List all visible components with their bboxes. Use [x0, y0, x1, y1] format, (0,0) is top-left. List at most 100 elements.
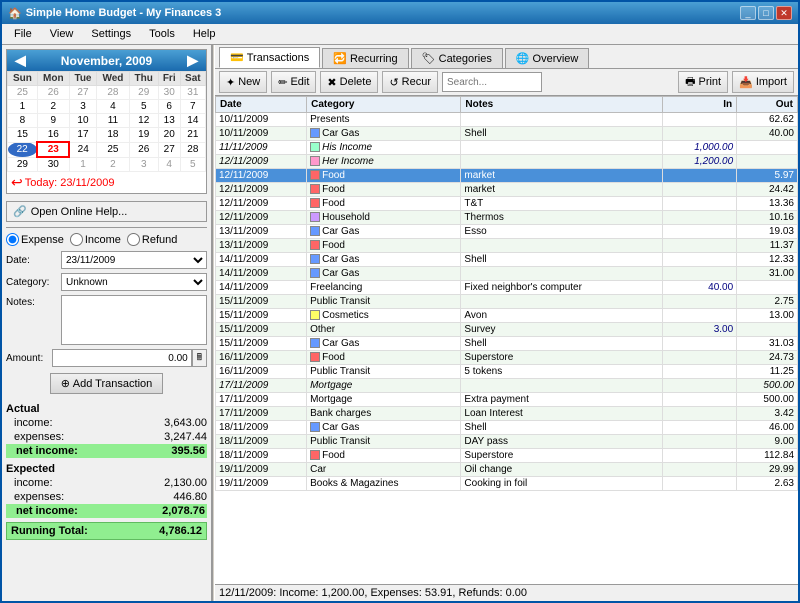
calendar-day[interactable]: 25 — [97, 142, 130, 157]
calendar-day[interactable]: 7 — [180, 100, 205, 114]
recur-button[interactable]: ↺ Recur — [382, 71, 438, 93]
calendar-day[interactable]: 16 — [37, 128, 69, 143]
tab-recurring[interactable]: 🔁 Recurring — [322, 48, 408, 68]
menu-view[interactable]: View — [42, 26, 82, 42]
table-row[interactable]: 18/11/2009Car GasShell46.00 — [216, 421, 798, 435]
calendar-day[interactable]: 27 — [69, 86, 96, 100]
table-row[interactable]: 15/11/2009OtherSurvey3.00 — [216, 323, 798, 337]
table-row[interactable]: 12/11/2009Foodmarket5.97 — [216, 169, 798, 183]
type-expense-radio[interactable] — [6, 233, 19, 246]
calendar-next-button[interactable]: ▶ — [183, 52, 202, 69]
calendar-day[interactable]: 12 — [129, 114, 158, 128]
notes-input[interactable] — [61, 295, 207, 345]
calendar-day[interactable]: 4 — [97, 100, 130, 114]
calendar-day[interactable]: 24 — [69, 142, 96, 157]
print-button[interactable]: 🖶 Print — [678, 71, 728, 93]
table-row[interactable]: 13/11/2009Car GasEsso19.03 — [216, 225, 798, 239]
amount-input[interactable]: 0.00 — [52, 349, 192, 367]
calendar-prev-button[interactable]: ◀ — [11, 52, 30, 69]
calendar-day[interactable]: 18 — [97, 128, 130, 143]
table-row[interactable]: 12/11/2009FoodT&T13.36 — [216, 197, 798, 211]
maximize-button[interactable]: □ — [758, 6, 774, 20]
calendar-day[interactable]: 8 — [8, 114, 38, 128]
type-refund-label[interactable]: Refund — [127, 233, 177, 246]
transactions-table-container[interactable]: Date Category Notes In Out 10/11/2009Pre… — [215, 96, 798, 584]
type-refund-radio[interactable] — [127, 233, 140, 246]
calendar-day[interactable]: 13 — [158, 114, 180, 128]
calendar-day[interactable]: 6 — [158, 100, 180, 114]
edit-button[interactable]: ✏ Edit — [271, 71, 316, 93]
amount-calc-button[interactable]: 🖩 — [192, 349, 207, 367]
date-input[interactable]: 23/11/2009 — [61, 251, 207, 269]
calendar-day[interactable]: 29 — [129, 86, 158, 100]
table-row[interactable]: 12/11/2009Her Income1,200.00 — [216, 155, 798, 169]
calendar-day[interactable]: 19 — [129, 128, 158, 143]
tab-categories[interactable]: 🏷 Categories — [411, 48, 503, 68]
minimize-button[interactable]: _ — [740, 6, 756, 20]
table-row[interactable]: 19/11/2009Books & MagazinesCooking in fo… — [216, 477, 798, 491]
table-row[interactable]: 18/11/2009FoodSuperstore112.84 — [216, 449, 798, 463]
delete-button[interactable]: ✖ Delete — [320, 71, 378, 93]
category-select[interactable]: Unknown — [61, 273, 207, 291]
calendar-day[interactable]: 17 — [69, 128, 96, 143]
calendar-day[interactable]: 26 — [129, 142, 158, 157]
calendar-day[interactable]: 30 — [37, 157, 69, 172]
calendar-day[interactable]: 28 — [97, 86, 130, 100]
calendar-day[interactable]: 11 — [97, 114, 130, 128]
tab-overview[interactable]: 🌐 Overview — [505, 48, 590, 68]
table-row[interactable]: 14/11/2009Car GasShell12.33 — [216, 253, 798, 267]
table-row[interactable]: 10/11/2009Presents62.62 — [216, 113, 798, 127]
table-row[interactable]: 12/11/2009HouseholdThermos10.16 — [216, 211, 798, 225]
calendar-day[interactable]: 3 — [69, 100, 96, 114]
table-row[interactable]: 11/11/2009His Income1,000.00 — [216, 141, 798, 155]
menu-help[interactable]: Help — [185, 26, 224, 42]
calendar-day[interactable]: 9 — [37, 114, 69, 128]
calendar-day[interactable]: 22 — [8, 142, 38, 157]
calendar-day[interactable]: 31 — [180, 86, 205, 100]
close-button[interactable]: ✕ — [776, 6, 792, 20]
calendar-day[interactable]: 29 — [8, 157, 38, 172]
calendar-day[interactable]: 14 — [180, 114, 205, 128]
table-row[interactable]: 16/11/2009Public Transit5 tokens11.25 — [216, 365, 798, 379]
table-row[interactable]: 15/11/2009CosmeticsAvon13.00 — [216, 309, 798, 323]
calendar-day[interactable]: 26 — [37, 86, 69, 100]
table-row[interactable]: 16/11/2009FoodSuperstore24.73 — [216, 351, 798, 365]
table-row[interactable]: 15/11/2009Car GasShell31.03 — [216, 337, 798, 351]
type-income-label[interactable]: Income — [70, 233, 121, 246]
add-transaction-button[interactable]: ⊕ Add Transaction — [50, 373, 164, 394]
menu-settings[interactable]: Settings — [83, 26, 139, 42]
type-income-radio[interactable] — [70, 233, 83, 246]
tab-transactions[interactable]: 💳 Transactions — [219, 47, 320, 68]
calendar-day[interactable]: 10 — [69, 114, 96, 128]
new-button[interactable]: ✦ New — [219, 71, 267, 93]
table-row[interactable]: 13/11/2009Food11.37 — [216, 239, 798, 253]
calendar-day[interactable]: 15 — [8, 128, 38, 143]
calendar-day[interactable]: 5 — [129, 100, 158, 114]
table-row[interactable]: 14/11/2009Car Gas31.00 — [216, 267, 798, 281]
calendar-day[interactable]: 25 — [8, 86, 38, 100]
menu-tools[interactable]: Tools — [141, 26, 183, 42]
table-row[interactable]: 17/11/2009MortgageExtra payment500.00 — [216, 393, 798, 407]
table-row[interactable]: 15/11/2009Public Transit2.75 — [216, 295, 798, 309]
calendar-day[interactable]: 1 — [69, 157, 96, 172]
calendar-day[interactable]: 23 — [37, 142, 69, 157]
table-row[interactable]: 14/11/2009FreelancingFixed neighbor's co… — [216, 281, 798, 295]
calendar-day[interactable]: 27 — [158, 142, 180, 157]
calendar-day[interactable]: 30 — [158, 86, 180, 100]
calendar-day[interactable]: 3 — [129, 157, 158, 172]
table-row[interactable]: 17/11/2009Mortgage500.00 — [216, 379, 798, 393]
calendar-day[interactable]: 2 — [97, 157, 130, 172]
calendar-day[interactable]: 5 — [180, 157, 205, 172]
calendar-day[interactable]: 28 — [180, 142, 205, 157]
type-expense-label[interactable]: Expense — [6, 233, 64, 246]
table-row[interactable]: 19/11/2009CarOil change29.99 — [216, 463, 798, 477]
calendar-day[interactable]: 20 — [158, 128, 180, 143]
menu-file[interactable]: File — [6, 26, 40, 42]
calendar-day[interactable]: 4 — [158, 157, 180, 172]
table-row[interactable]: 18/11/2009Public TransitDAY pass9.00 — [216, 435, 798, 449]
table-row[interactable]: 10/11/2009Car GasShell40.00 — [216, 127, 798, 141]
table-row[interactable]: 12/11/2009Foodmarket24.42 — [216, 183, 798, 197]
import-button[interactable]: 📥 Import — [732, 71, 794, 93]
calendar-day[interactable]: 2 — [37, 100, 69, 114]
calendar-day[interactable]: 21 — [180, 128, 205, 143]
